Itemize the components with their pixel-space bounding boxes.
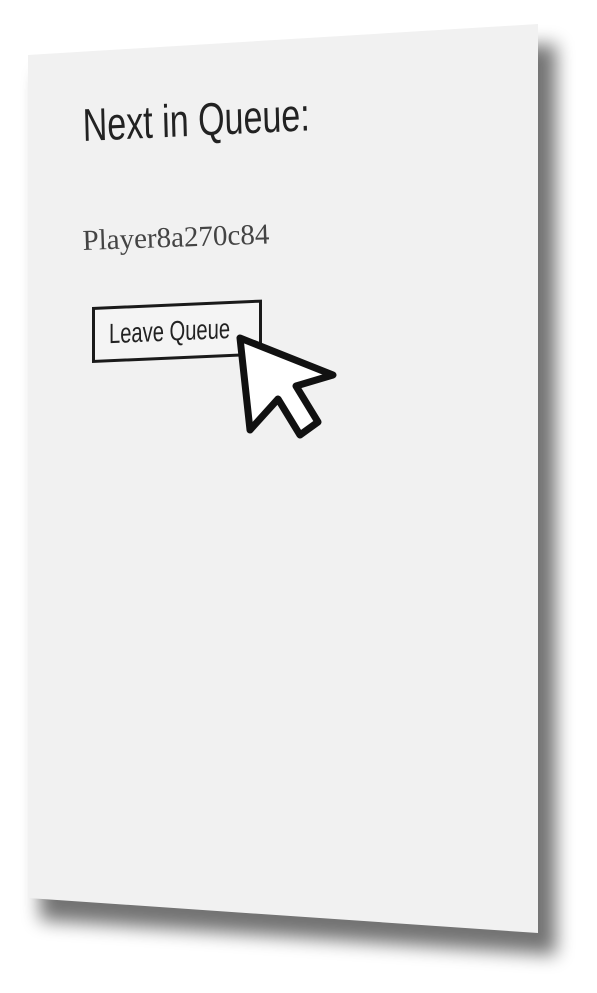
leave-queue-button-label: Leave Queue xyxy=(109,312,231,350)
leave-queue-button[interactable]: Leave Queue xyxy=(92,299,262,363)
queue-title: Next in Queue: xyxy=(82,88,311,151)
screenshot-stage: Next in Queue: Player8a270c84 Leave Queu… xyxy=(0,0,597,993)
queue-panel: Next in Queue: Player8a270c84 Leave Queu… xyxy=(28,24,538,933)
queued-player-name: Player8a270c84 xyxy=(82,218,270,257)
